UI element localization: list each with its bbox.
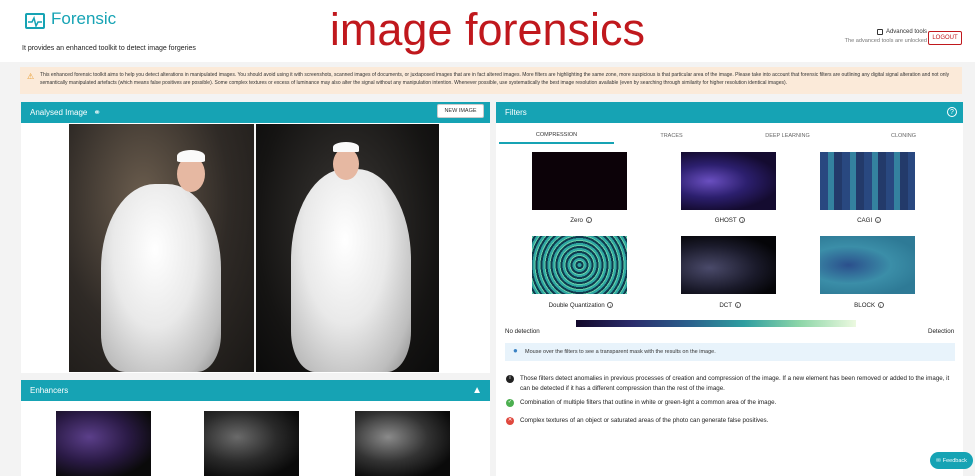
app-header: Forensic It provides an enhanced toolkit… — [0, 0, 975, 62]
link-icon[interactable]: ⚭ — [93, 107, 101, 118]
enhancers-header[interactable]: Enhancers ▲ — [21, 380, 490, 401]
tab-deep-learning[interactable]: DEEP LEARNING — [729, 128, 846, 144]
filter-label-dct: DCT i — [670, 302, 790, 309]
info-icon: i — [506, 375, 514, 383]
info-icon: i — [739, 217, 746, 224]
app-logo-icon — [25, 13, 45, 29]
filter-label-double-quantization: Double Quantization i — [521, 302, 641, 309]
collapse-up-icon[interactable]: ▲ — [472, 385, 482, 396]
figure-right-head — [333, 148, 359, 180]
info-icon: i — [585, 217, 592, 224]
scale-min-label: No detection — [505, 328, 540, 335]
filter-label-ghost: GHOST i — [670, 217, 790, 224]
filter-thumb-cagi[interactable] — [820, 152, 915, 210]
filters-title: Filters — [505, 108, 527, 117]
figure-left — [101, 184, 221, 372]
warning-text: This enhanced forensic toolkit aims to h… — [40, 72, 950, 86]
enhancers-title: Enhancers — [30, 386, 69, 395]
feedback-label: Feedback — [942, 457, 967, 464]
note-info-text: Those filters detect anomalies in previo… — [520, 375, 950, 392]
info-icon: i — [734, 302, 741, 309]
advanced-tools-label: Advanced tools — [885, 29, 927, 35]
logout-button[interactable]: LOGOUT — [928, 31, 962, 45]
mouse-hint-box: ● Mouse over the filters to see a transp… — [505, 343, 955, 361]
filter-thumb-block[interactable] — [820, 236, 915, 294]
info-icon: i — [607, 302, 614, 309]
note-cross: ✕ Complex textures of an object or satur… — [506, 416, 956, 426]
tab-compression[interactable]: COMPRESSION — [499, 128, 614, 144]
tab-cloning[interactable]: CLONING — [846, 128, 961, 144]
filter-thumb-ghost[interactable] — [681, 152, 776, 210]
analysed-image-header: Analysed Image ⚭ — [21, 102, 490, 123]
enhancer-thumb-2[interactable] — [204, 411, 299, 476]
new-image-button[interactable]: NEW IMAGE — [437, 104, 484, 118]
app-subtitle: It provides an enhanced toolkit to detec… — [22, 45, 196, 52]
filter-label-cagi: CAGI i — [809, 217, 929, 224]
warning-icon: ⚠ — [27, 72, 35, 81]
note-check-text: Combination of multiple filters that out… — [520, 399, 777, 406]
mouse-hint-text: Mouse over the filters to see a transpar… — [525, 349, 716, 355]
info-icon: i — [874, 217, 881, 224]
tab-traces[interactable]: TRACES — [614, 128, 729, 144]
figure-left-cap — [177, 150, 205, 162]
pin-icon: ● — [513, 346, 518, 355]
detection-scale-bar — [576, 320, 856, 327]
feedback-button[interactable]: ✉ Feedback — [930, 452, 973, 469]
help-icon[interactable]: ? — [947, 107, 957, 117]
advanced-tools-toggle[interactable]: Advanced tools — [876, 29, 927, 35]
advanced-tools-note: The advanced tools are unlocked — [844, 38, 927, 44]
note-info: i Those filters detect anomalies in prev… — [506, 374, 956, 393]
figure-right — [291, 169, 411, 372]
filter-label-block: BLOCK i — [809, 302, 929, 309]
chat-icon: ✉ — [936, 457, 941, 464]
analysed-image — [69, 124, 439, 372]
scale-max-label: Detection — [928, 328, 955, 335]
filter-thumb-zero[interactable] — [532, 152, 627, 210]
filters-header: Filters ? — [496, 102, 963, 123]
photo-divider — [254, 124, 256, 372]
check-icon: ✓ — [506, 399, 514, 407]
app-title: Forensic — [51, 9, 117, 28]
cross-icon: ✕ — [506, 417, 514, 425]
note-cross-text: Complex textures of an object or saturat… — [520, 417, 769, 424]
filter-label-zero: Zero i — [521, 217, 641, 224]
filter-thumb-dct[interactable] — [681, 236, 776, 294]
enhancer-thumb-1[interactable] — [56, 411, 151, 476]
analysed-image-title: Analysed Image — [30, 108, 88, 117]
enhancer-thumb-3[interactable] — [355, 411, 450, 476]
info-icon: i — [877, 302, 884, 309]
unlock-icon — [876, 29, 883, 35]
warning-banner: ⚠ This enhanced forensic toolkit aims to… — [20, 67, 962, 94]
note-check: ✓ Combination of multiple filters that o… — [506, 398, 956, 408]
filter-thumb-double-quantization[interactable] — [532, 236, 627, 294]
figure-right-cap — [333, 142, 359, 152]
